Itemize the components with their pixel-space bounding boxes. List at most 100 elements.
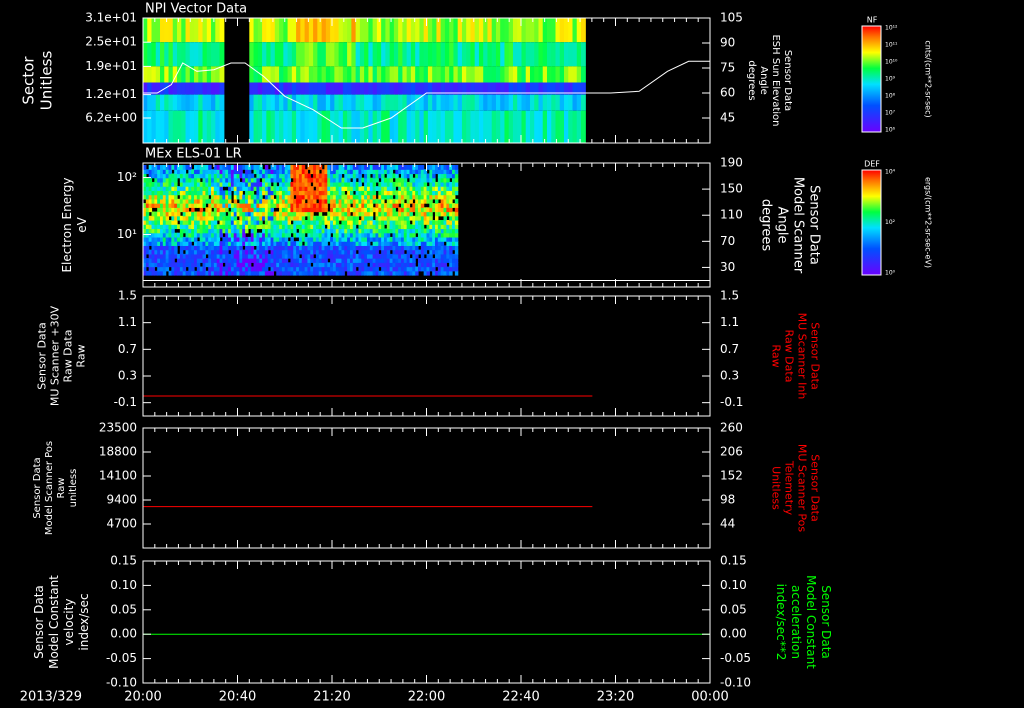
heatmap-cell [185,42,191,67]
heatmap-cell [381,94,386,111]
heatmap-cell [454,203,459,208]
y-tick-label: 3.1e+01 [85,11,137,25]
heatmap-cell [372,42,378,67]
heatmap-cell [347,211,351,217]
heatmap-cell [572,42,578,67]
heatmap-cell [555,110,561,143]
heatmap-cell [145,245,150,251]
heatmap-cell [406,110,412,143]
heatmap-cell [470,94,476,111]
heatmap-cell [436,42,442,67]
heatmap-cell [304,169,309,175]
heatmap-cell [449,270,453,276]
heatmap-cell [185,110,191,143]
y2-tick-label: 30 [720,260,735,274]
heatmap-cell [287,42,293,67]
heatmap-cell [291,94,297,111]
axis-label: index/sec [77,593,91,650]
y-tick-label: 0.00 [110,627,137,641]
panel-frame [142,560,711,684]
heatmap-cell [143,253,147,259]
heatmap-cell [168,18,174,43]
heatmap-cell [164,110,170,143]
y2-tick-label: -0.1 [720,395,743,409]
y2-tick-label: 75 [720,61,735,75]
heatmap-cell [551,42,557,67]
heatmap-cell [313,18,318,43]
heatmap-cell [270,110,276,143]
heatmap-cell [454,177,459,183]
y-tick-label: 0.7 [118,342,137,356]
heatmap-cell [470,42,476,67]
heatmap-cell [521,66,527,83]
heatmap-cell [474,94,480,111]
heatmap-cell [568,94,574,111]
heatmap-cell [206,66,212,83]
heatmap-cell [403,177,408,183]
heatmap-cell [279,110,284,143]
axis-label: Electron Energy [60,177,74,272]
heatmap-cell [321,66,327,83]
y2-tick-label: 0.05 [720,602,747,616]
heatmap-cell [239,169,243,175]
heatmap-cell [160,42,165,67]
heatmap-cell [317,82,323,95]
heatmap-cell [242,232,246,238]
heatmap-cell [436,18,442,43]
heatmap-cell [342,66,348,83]
heatmap-cell [179,232,184,238]
heatmap-cell [478,94,484,111]
heatmap-cell [334,42,340,67]
heatmap-cell [202,94,208,111]
heatmap-cell [291,18,297,43]
heatmap-cell [491,94,497,111]
time-tick-label: 21:20 [313,690,350,705]
heatmap-cell [287,220,292,225]
heatmap-cell [389,169,394,175]
heatmap-cell [181,66,187,83]
axis-label: Raw [56,477,67,498]
y2-tick-label: 45 [720,111,735,125]
heatmap-cell [172,42,178,67]
heatmap-cell [155,42,161,67]
heatmap-cell [177,94,182,111]
axis-label: index/sec**2 [774,584,788,661]
heatmap-cell [576,66,582,83]
heatmap-cell [376,42,382,67]
heatmap-cell [381,110,386,143]
heatmap-cell [310,211,314,217]
y-tick-label: 14100 [99,469,137,483]
heatmap-cell [432,110,438,143]
heatmap-cell [324,258,328,263]
heatmap-cell [202,82,208,95]
heatmap-cell [517,66,523,83]
axis-label: Sensor Data [809,454,822,521]
heatmap-cell [449,94,455,111]
heatmap-cell [551,110,557,143]
heatmap-cell [338,94,344,111]
heatmap-cell [398,110,404,143]
heatmap-cell [568,110,574,143]
heatmap-cell [321,42,327,67]
axis-label: Model Scanner [791,177,806,274]
heatmap-cell [160,94,165,111]
heatmap-cell [412,262,416,268]
heatmap-cell [440,42,446,67]
heatmap-cell [249,42,255,67]
heatmap-cell [300,110,306,143]
axis-label: Sensor Data [809,322,822,389]
heatmap-cell [151,110,157,143]
y-tick-label: 10¹ [117,227,137,241]
heatmap-cell [342,110,348,143]
y2-tick-label: -0.10 [720,676,751,690]
heatmap-cell [279,18,284,43]
heatmap-cell [239,245,243,251]
heatmap-cell [427,42,433,67]
heatmap-cell [461,18,467,43]
y-tick-label: 23500 [99,421,137,435]
heatmap-cell [446,177,450,183]
y2-tick-label: 105 [720,11,743,25]
heatmap-cell [287,18,293,43]
heatmap-cell [432,94,438,111]
heatmap-cell [315,169,320,175]
